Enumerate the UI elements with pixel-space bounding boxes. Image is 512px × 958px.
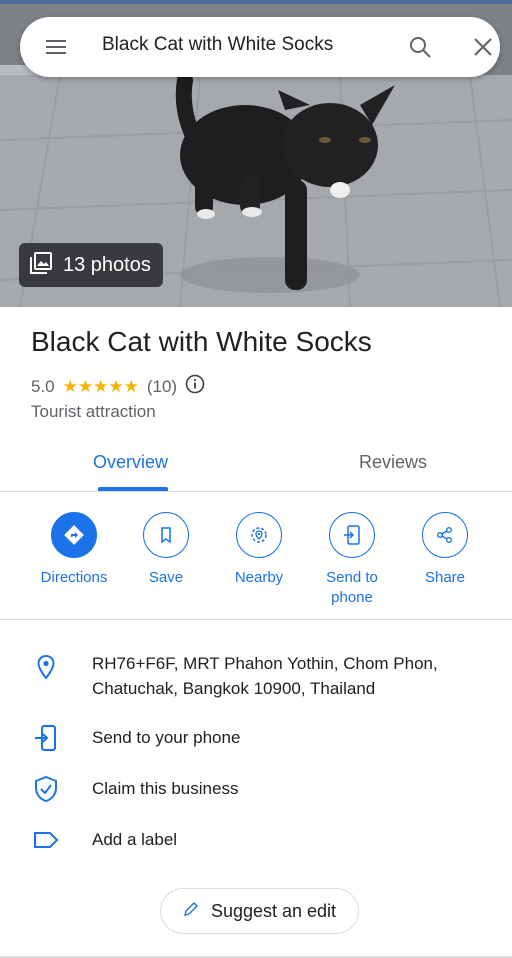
photos-count-label: 13 photos xyxy=(63,253,151,276)
add-label-row[interactable]: Add a label xyxy=(0,826,512,856)
rating-row: 5.0 ★★★★★ (10) xyxy=(31,374,205,399)
place-title: Black Cat with White Socks xyxy=(31,326,372,357)
location-pin-icon xyxy=(32,653,60,681)
claim-business-text: Claim this business xyxy=(92,779,239,798)
bookmark-icon[interactable] xyxy=(143,512,189,558)
save-label: Save xyxy=(148,569,184,586)
send-to-phone-label: Send to phone xyxy=(326,569,378,606)
rating-value: 5.0 xyxy=(31,376,55,396)
label-tag-icon xyxy=(32,826,60,854)
review-count[interactable]: (10) xyxy=(147,377,177,397)
pencil-icon xyxy=(183,901,199,922)
nearby-icon[interactable] xyxy=(236,512,282,558)
tab-bar: Overview Reviews xyxy=(0,440,512,492)
menu-icon[interactable] xyxy=(46,39,66,55)
nearby-label: Nearby xyxy=(234,569,284,586)
claim-business-row[interactable]: Claim this business xyxy=(0,775,512,805)
directions-icon[interactable] xyxy=(51,512,97,558)
suggest-edit-label: Suggest an edit xyxy=(210,900,337,921)
shield-check-icon xyxy=(32,775,60,803)
search-icon[interactable] xyxy=(408,35,432,59)
action-buttons: Directions Save Nearby Send to phone Sha… xyxy=(0,492,512,620)
active-tab-indicator xyxy=(98,487,168,491)
address-line-1: RH76+F6F, MRT Phahon Yothin, Chom Phon, xyxy=(92,654,438,673)
tab-reviews[interactable]: Reviews xyxy=(359,452,427,473)
directions-label: Directions xyxy=(40,569,108,586)
star-rating: ★★★★★ xyxy=(62,376,139,396)
nearby-button[interactable]: Nearby xyxy=(214,512,304,588)
search-input[interactable]: Black Cat with White Socks xyxy=(102,34,333,56)
save-button[interactable]: Save xyxy=(121,512,211,588)
search-bar[interactable]: Black Cat with White Socks xyxy=(20,17,500,77)
add-label-text: Add a label xyxy=(92,830,178,849)
suggest-edit-button[interactable]: Suggest an edit xyxy=(160,888,359,934)
photos-button[interactable]: 13 photos xyxy=(19,243,163,287)
tab-overview[interactable]: Overview xyxy=(93,452,168,473)
photo-library-icon xyxy=(29,251,53,280)
address-row[interactable]: RH76+F6F, MRT Phahon Yothin, Chom Phon, … xyxy=(0,650,512,702)
info-icon[interactable] xyxy=(185,374,205,399)
send-to-phone-icon xyxy=(32,724,60,752)
send-to-phone-text: Send to your phone xyxy=(92,728,241,747)
close-icon[interactable] xyxy=(472,36,494,58)
share-button[interactable]: Share xyxy=(400,512,490,588)
send-to-phone-button[interactable]: Send to phone xyxy=(307,512,397,608)
place-category: Tourist attraction xyxy=(31,402,156,421)
directions-button[interactable]: Directions xyxy=(29,512,119,588)
send-to-phone-row[interactable]: Send to your phone xyxy=(0,724,512,754)
share-icon[interactable] xyxy=(422,512,468,558)
send-to-phone-icon[interactable] xyxy=(329,512,375,558)
share-label: Share xyxy=(424,569,466,586)
address-line-2: Chatuchak, Bangkok 10900, Thailand xyxy=(92,679,376,698)
